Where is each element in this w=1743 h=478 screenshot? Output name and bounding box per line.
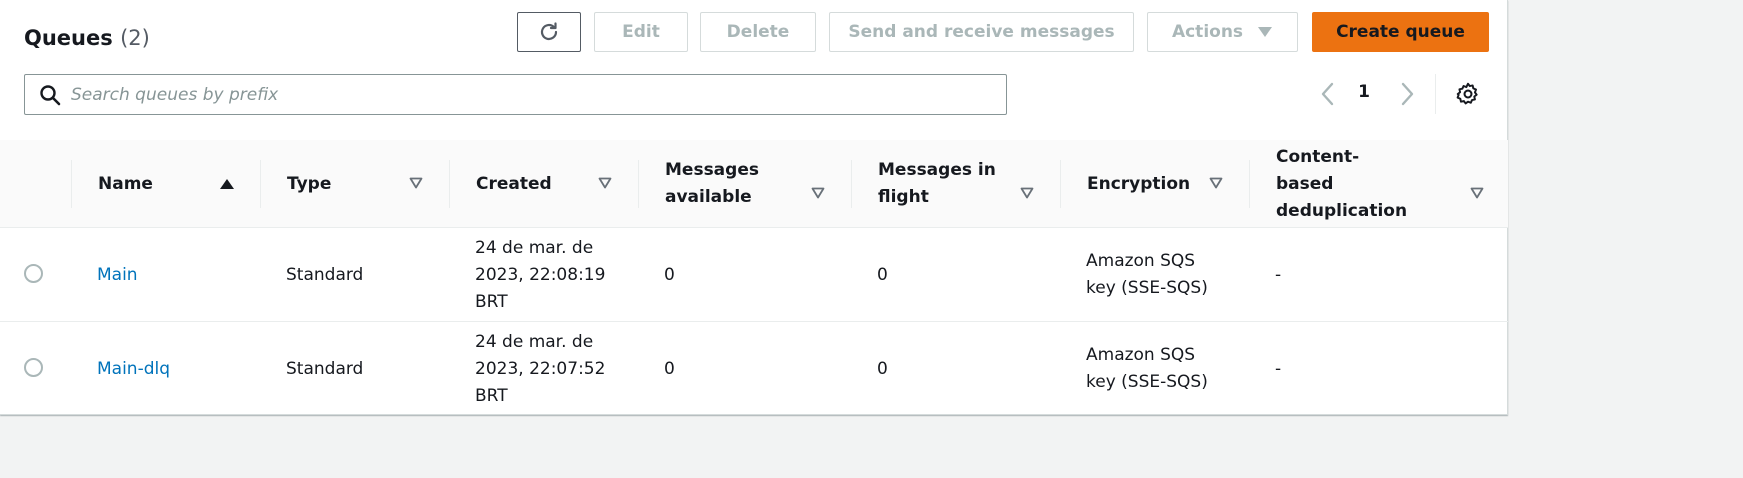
col-header-messages-in-flight[interactable]: Messages in flight xyxy=(851,160,1048,208)
col-header-name[interactable]: Name xyxy=(71,160,258,208)
queue-name-link[interactable]: Main xyxy=(97,228,138,322)
row-select-radio[interactable] xyxy=(24,264,43,283)
edit-button[interactable]: Edit xyxy=(594,12,688,52)
send-receive-button[interactable]: Send and receive messages xyxy=(829,12,1134,52)
column-divider xyxy=(71,160,72,208)
messages-in-flight: 0 xyxy=(877,264,888,285)
col-header-type-label: Type xyxy=(287,173,332,194)
queue-encryption: Amazon SQS key (SSE-SQS) xyxy=(1086,345,1208,392)
column-divider xyxy=(1249,160,1250,208)
col-header-created[interactable]: Created xyxy=(449,160,636,208)
page-title: Queues (2) xyxy=(24,24,150,52)
row-select-radio[interactable] xyxy=(24,358,43,377)
content-dedup: - xyxy=(1275,264,1282,285)
queue-encryption: Amazon SQS key (SSE-SQS) xyxy=(1086,251,1208,298)
sort-unsorted-icon xyxy=(811,187,825,199)
messages-available: 0 xyxy=(664,264,675,285)
chevron-right-icon[interactable] xyxy=(1397,80,1417,108)
col-header-messages-available[interactable]: Messages available xyxy=(638,160,835,208)
caret-down-icon xyxy=(1258,27,1273,37)
queue-created: 24 de mar. de 2023, 22:07:52 BRT xyxy=(475,331,606,406)
queues-panel: Queues (2) Edit Delete Send and receive … xyxy=(0,0,1508,415)
messages-in-flight: 0 xyxy=(877,358,888,379)
current-page[interactable]: 1 xyxy=(1356,82,1372,102)
search-icon xyxy=(40,84,61,105)
search-box[interactable] xyxy=(24,74,1007,115)
col-header-name-label: Name xyxy=(98,173,153,194)
refresh-button[interactable] xyxy=(517,12,581,52)
delete-button[interactable]: Delete xyxy=(700,12,816,52)
gear-icon[interactable] xyxy=(1455,81,1481,107)
col-header-content-dedup-label: Content-based deduplication xyxy=(1276,146,1408,221)
sort-unsorted-icon xyxy=(409,177,423,189)
sort-unsorted-icon xyxy=(1209,177,1223,189)
col-header-type[interactable]: Type xyxy=(260,160,447,208)
column-divider xyxy=(260,160,261,208)
refresh-icon xyxy=(540,22,558,41)
queue-name-link[interactable]: Main-dlq xyxy=(97,322,170,416)
col-header-content-dedup[interactable]: Content-based deduplication xyxy=(1249,147,1491,221)
sort-unsorted-icon xyxy=(598,177,612,189)
queue-type: Standard xyxy=(286,264,364,285)
sort-ascending-icon xyxy=(220,179,234,189)
pager-divider xyxy=(1435,74,1436,114)
column-divider xyxy=(638,160,639,208)
queue-created: 24 de mar. de 2023, 22:08:19 BRT xyxy=(475,237,606,312)
queue-type: Standard xyxy=(286,358,364,379)
chevron-left-icon[interactable] xyxy=(1318,80,1338,108)
search-input[interactable] xyxy=(71,84,971,105)
messages-available: 0 xyxy=(664,358,675,379)
col-header-encryption-label: Encryption xyxy=(1087,173,1191,194)
table-row[interactable]: Main Standard 24 de mar. de 2023, 22:08:… xyxy=(0,228,1508,322)
queue-count: (2) xyxy=(120,26,150,50)
col-header-messages-available-label: Messages available xyxy=(665,160,759,207)
table-header: Name Type Created Messages available Mes… xyxy=(0,140,1508,228)
col-header-created-label: Created xyxy=(476,173,552,194)
sort-unsorted-icon xyxy=(1470,187,1484,199)
actions-label: Actions xyxy=(1171,22,1244,42)
col-header-encryption[interactable]: Encryption xyxy=(1060,160,1247,208)
title-text: Queues xyxy=(24,26,113,50)
col-header-messages-in-flight-label: Messages in flight xyxy=(878,160,996,207)
table-row[interactable]: Main-dlq Standard 24 de mar. de 2023, 22… xyxy=(0,322,1508,416)
content-dedup: - xyxy=(1275,358,1282,379)
sort-unsorted-icon xyxy=(1020,187,1034,199)
column-divider xyxy=(1060,160,1061,208)
actions-dropdown[interactable]: Actions xyxy=(1147,12,1298,52)
create-queue-button[interactable]: Create queue xyxy=(1312,12,1489,52)
column-divider xyxy=(851,160,852,208)
column-divider xyxy=(449,160,450,208)
